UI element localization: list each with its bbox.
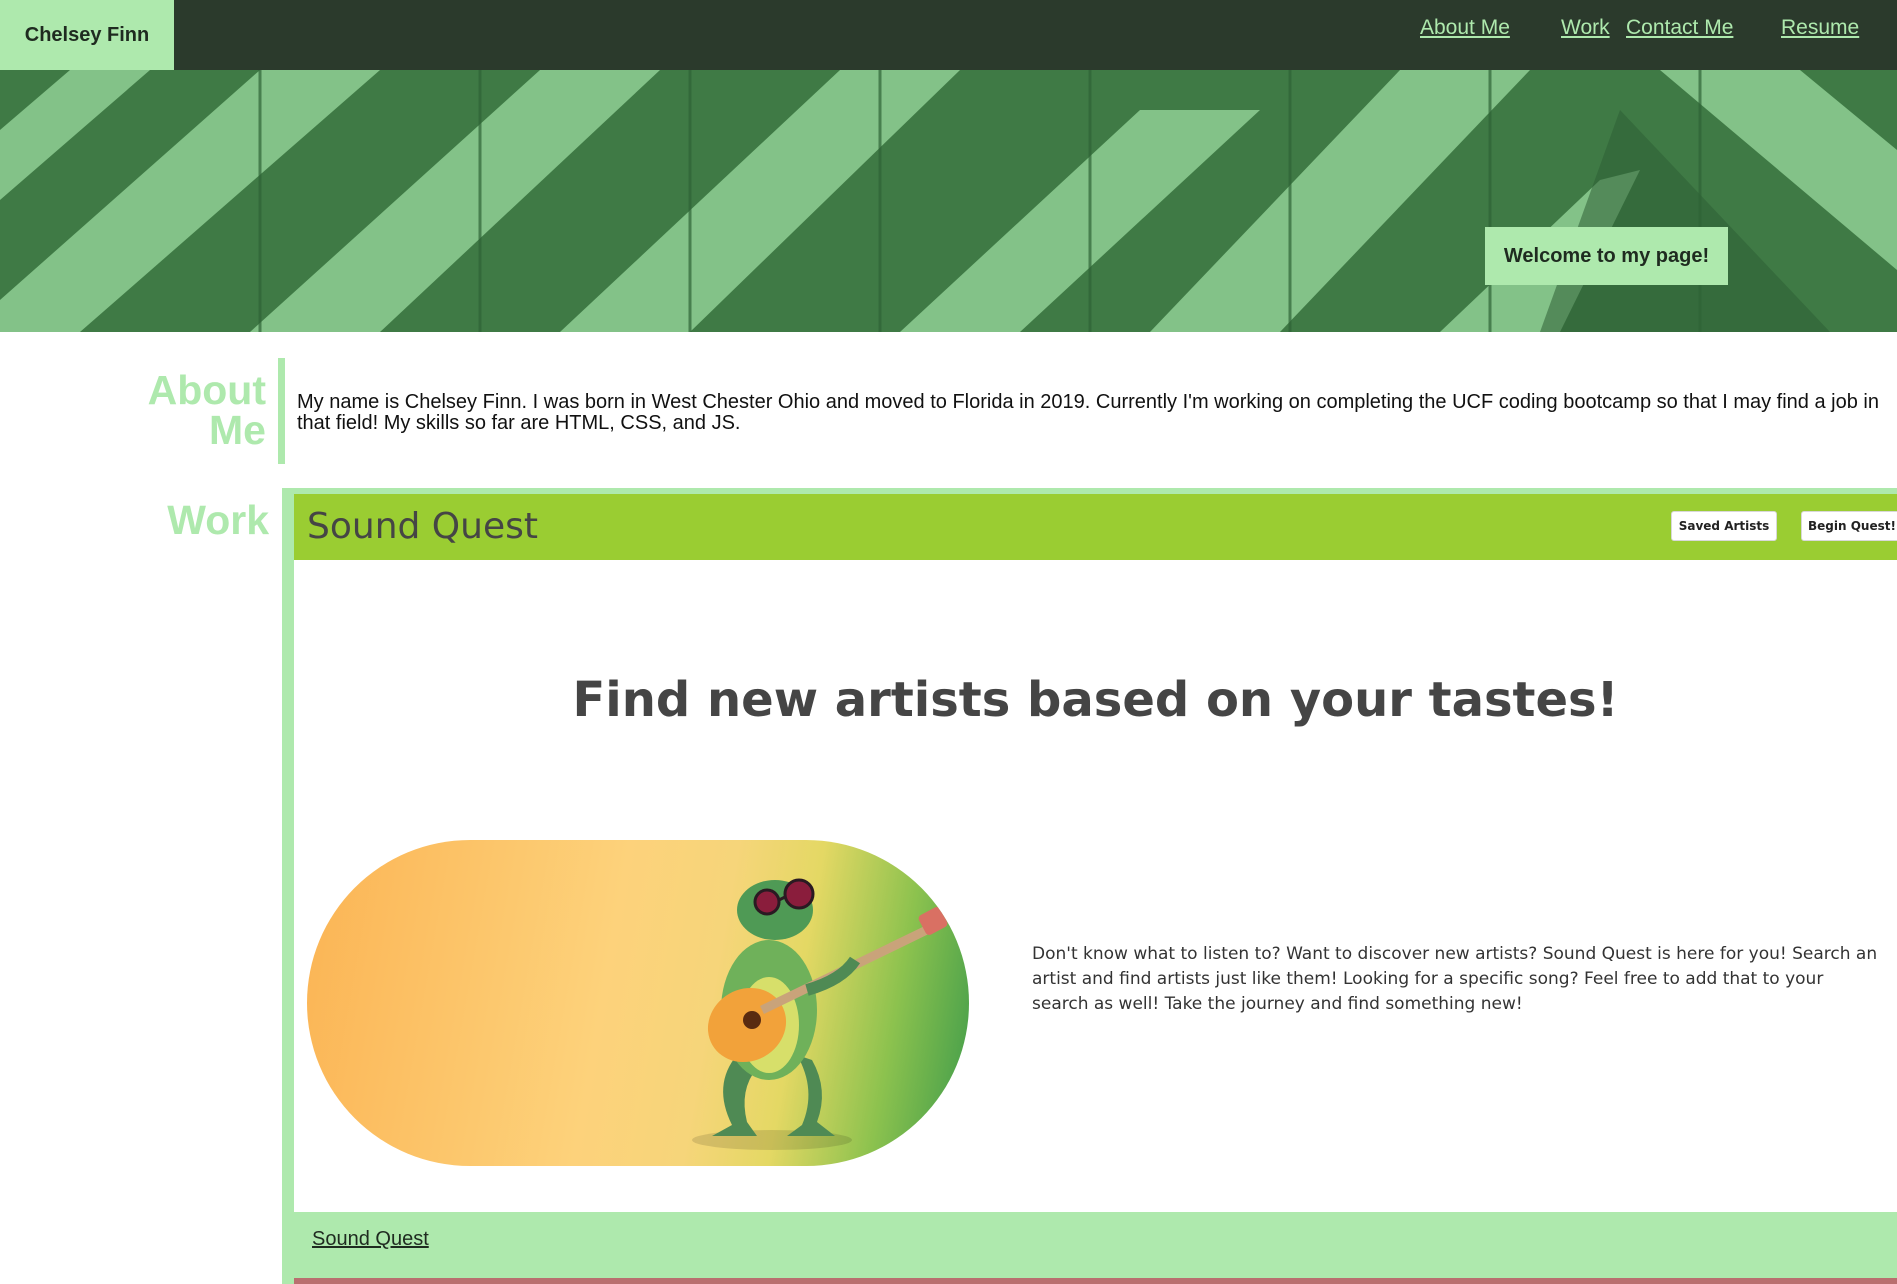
about-section-title: About Me	[147, 367, 266, 453]
about-text: My name is Chelsey Finn. I was born in W…	[297, 391, 1879, 434]
nav-resume[interactable]: Resume	[1781, 16, 1859, 40]
frog-guitar-icon	[692, 878, 948, 1150]
sound-quest-navbar: Sound Quest Saved Artists Begin Quest!	[294, 494, 1897, 560]
sound-quest-headline: Find new artists based on your tastes!	[572, 672, 1619, 728]
about-divider	[278, 358, 285, 464]
sound-quest-title: Sound Quest	[307, 506, 538, 547]
sound-quest-link[interactable]: Sound Quest	[312, 1228, 429, 1251]
work-section-title: Work	[167, 497, 269, 543]
nav-about-me[interactable]: About Me	[1420, 16, 1510, 40]
saved-artists-button: Saved Artists	[1671, 511, 1777, 541]
begin-quest-button: Begin Quest!	[1801, 511, 1897, 541]
nav-contact-me[interactable]: Contact Me	[1626, 16, 1733, 40]
site-header: Chelsey Finn About Me Work Contact Me Re…	[0, 0, 1897, 70]
hero-banner	[0, 70, 1897, 332]
sound-quest-description: Don't know what to listen to? Want to di…	[1032, 944, 1878, 1014]
site-brand: Chelsey Finn	[0, 0, 174, 70]
hero-wood-stripes-image	[0, 70, 1897, 332]
nav-work[interactable]: Work	[1561, 16, 1610, 40]
project-screenshot-sound-quest[interactable]: Sound Quest Saved Artists Begin Quest! F…	[294, 494, 1897, 1212]
next-project-edge	[294, 1278, 1897, 1284]
frog-guitar-image	[307, 840, 969, 1166]
welcome-button[interactable]: Welcome to my page!	[1485, 227, 1728, 285]
